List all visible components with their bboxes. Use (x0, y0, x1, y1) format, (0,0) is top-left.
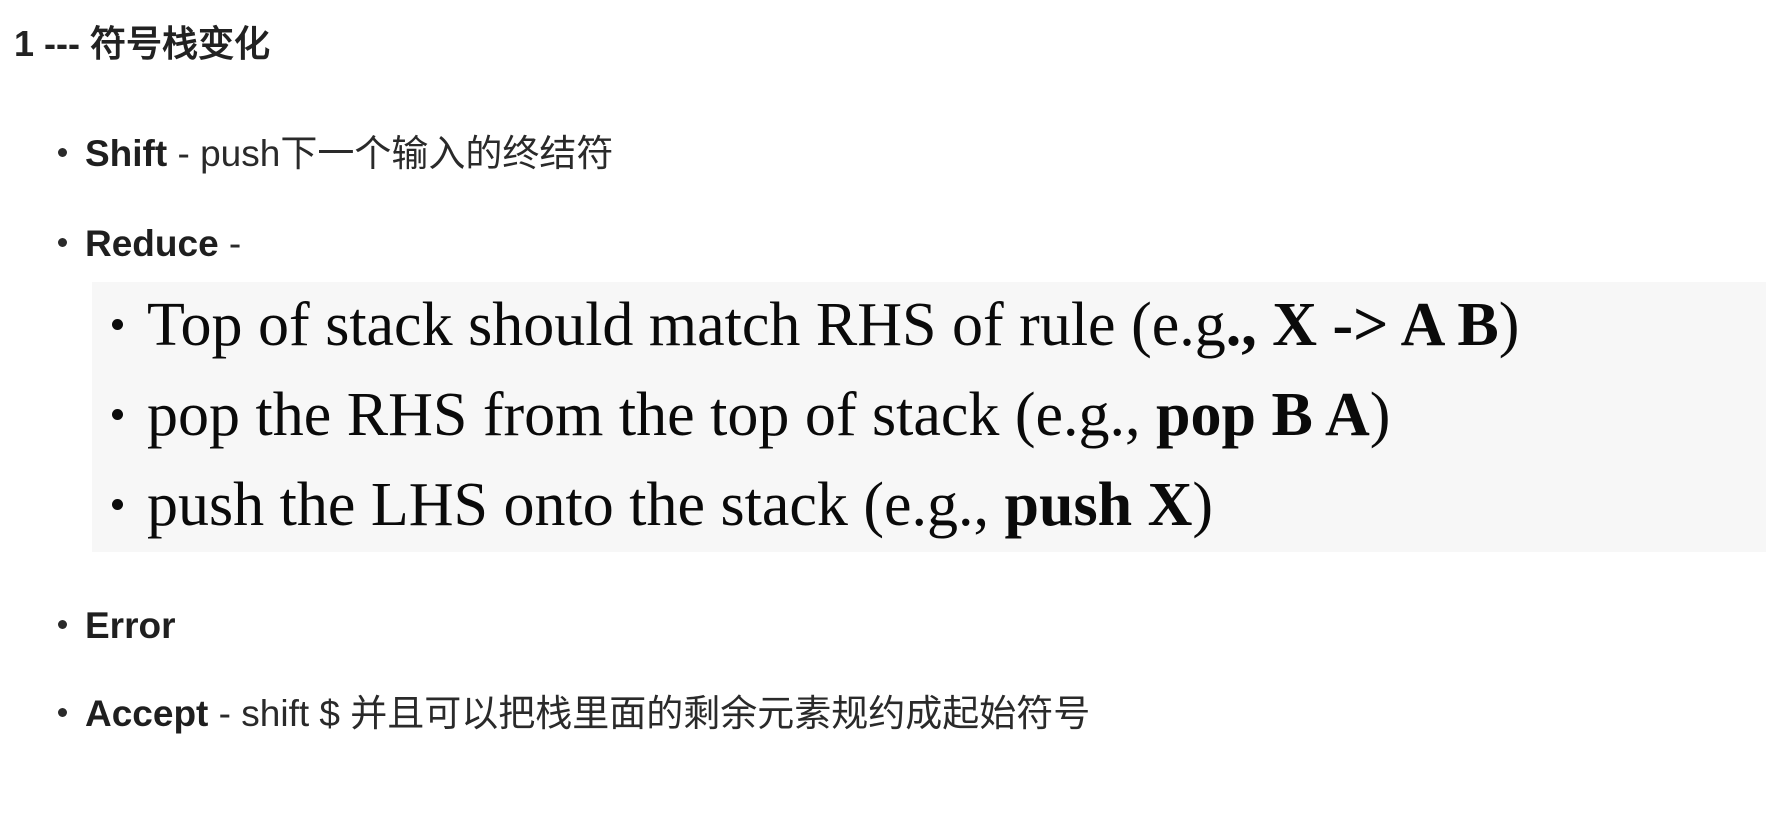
item-description: - (218, 223, 242, 264)
section-heading: 1 --- 符号栈变化 (14, 23, 270, 64)
rule-text: Top of stack should match RHS of rule (e… (147, 291, 1226, 359)
reduce-rules-image: Top of stack should match RHS of rule (e… (92, 282, 1766, 552)
bullet-dot (58, 707, 67, 717)
rule-example: pop B A (1156, 381, 1370, 449)
rule-close: ) (1369, 381, 1391, 449)
rule-text: push the LHS onto the stack (e.g., (147, 471, 1005, 539)
rule-example: ., X -> A B (1225, 291, 1499, 359)
list-item-reduce: Reduce - (58, 218, 241, 270)
bullet-dot (112, 319, 123, 331)
item-description: - push下一个输入的终结符 (167, 133, 614, 174)
list-item-shift: Shift - push下一个输入的终结符 (58, 128, 613, 180)
bullet-dot (112, 499, 123, 511)
bullet-dot (58, 237, 67, 247)
list-item-accept: Accept - shift $ 并且可以把栈里面的剩余元素规约成起始符号 (58, 688, 1090, 740)
rule-example: push X (1004, 471, 1193, 539)
rule-text: pop the RHS from the top of stack (e.g., (147, 381, 1157, 449)
list-item-error: Error (58, 600, 175, 652)
bullet-dot (112, 409, 123, 421)
rule-close: ) (1498, 291, 1520, 359)
reduce-rule-line: pop the RHS from the top of stack (e.g.,… (112, 376, 1390, 454)
bullet-dot (58, 147, 67, 157)
item-term: Accept (85, 693, 209, 734)
item-term: Shift (85, 133, 168, 174)
item-description: - shift $ 并且可以把栈里面的剩余元素规约成起始符号 (208, 693, 1091, 734)
rule-close: ) (1192, 471, 1214, 539)
reduce-rule-line: Top of stack should match RHS of rule (e… (112, 286, 1519, 364)
item-term: Reduce (85, 223, 219, 264)
bullet-dot (58, 619, 67, 629)
item-term: Error (85, 605, 176, 646)
reduce-rule-line: push the LHS onto the stack (e.g., push … (112, 466, 1213, 544)
